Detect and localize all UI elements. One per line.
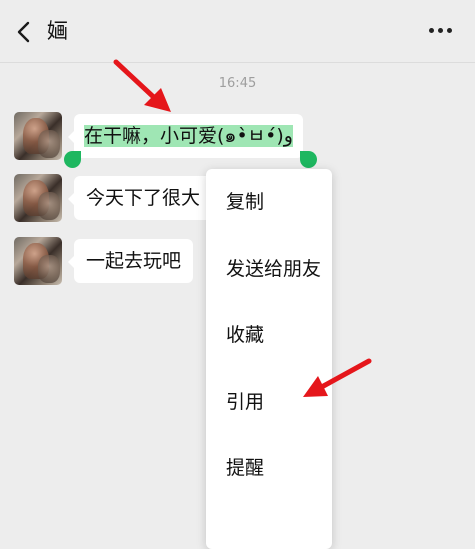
selection-handle-end[interactable] (300, 151, 317, 168)
message-text: 一起去玩吧 (86, 250, 182, 272)
avatar[interactable] (14, 112, 62, 160)
message-bubble-2[interactable]: 今天下了很大 (67, 176, 221, 220)
avatar[interactable] (14, 174, 62, 222)
chevron-left-icon[interactable] (14, 20, 34, 44)
menu-item-copy[interactable]: 复制 (226, 189, 264, 215)
chat-title: 婳 (47, 19, 68, 43)
selected-text[interactable]: 在干嘛，小可爱(๑•̀ㅂ•́)و (84, 125, 293, 147)
message-bubble-1[interactable]: 在干嘛，小可爱(๑•̀ㅂ•́)و (68, 114, 303, 158)
menu-item-quote[interactable]: 引用 (226, 389, 264, 415)
menu-item-favorite[interactable]: 收藏 (226, 322, 264, 348)
chat-header: 婳 (0, 0, 475, 63)
message-context-menu: 复制 发送给朋友 收藏 引用 提醒 (206, 169, 332, 549)
avatar[interactable] (14, 237, 62, 285)
selection-handle-start[interactable] (64, 151, 81, 168)
menu-item-forward[interactable]: 发送给朋友 (226, 256, 321, 282)
message-text: 今天下了很大 (86, 187, 201, 209)
message-bubble-3[interactable]: 一起去玩吧 (67, 239, 194, 283)
menu-item-remind[interactable]: 提醒 (226, 455, 264, 481)
message-timestamp: 16:45 (218, 76, 257, 91)
more-horizontal-icon[interactable] (429, 28, 453, 36)
